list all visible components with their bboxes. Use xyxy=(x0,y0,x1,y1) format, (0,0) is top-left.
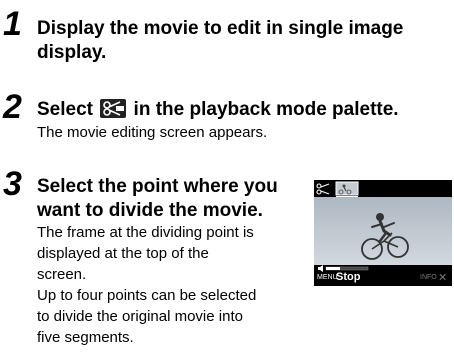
step-1-title: Display the movie to edit in single imag… xyxy=(37,17,452,65)
stop-label: Stop xyxy=(336,271,361,283)
step-1-number: 1 xyxy=(3,5,22,43)
step-1-title-line-1: Display the movie to edit in single imag… xyxy=(37,18,404,39)
step-3-number: 3 xyxy=(3,165,22,203)
cross-icon: ✕ xyxy=(438,272,448,284)
step-3-body-line-6: five segments. xyxy=(37,329,134,346)
movie-frame-photo xyxy=(314,197,452,265)
speaker-icon xyxy=(318,265,323,272)
info-label: INFO xyxy=(420,274,437,281)
step-3-body-line-4: Up to four points can be selected xyxy=(37,287,257,304)
step-3-title-line-2: want to divide the movie. xyxy=(37,200,263,221)
step-3-body-line-1: The frame at the dividing point is xyxy=(37,224,254,241)
step-2-title-before: Select xyxy=(37,99,93,120)
screen-top-bar xyxy=(314,180,452,197)
step-2-title: Select in the playback mode palette. xyxy=(37,98,399,122)
step-3-title: Select the point where you want to divid… xyxy=(37,175,312,223)
frame-thumbnail-selected xyxy=(335,181,359,196)
step-1-title-line-2: display. xyxy=(37,42,107,63)
camera-screen: MENU Stop INFO ✕ xyxy=(314,180,452,286)
step-3-body-line-3: screen. xyxy=(37,266,87,283)
step-3-body-line-2: displayed at the top of the xyxy=(37,245,209,262)
step-3-body-line-5: to divide the original movie into xyxy=(37,308,243,325)
step-3-body: The frame at the dividing point is displ… xyxy=(37,222,312,348)
volume-level xyxy=(326,267,340,270)
screen-bottom-bar: MENU Stop INFO ✕ xyxy=(314,265,452,286)
menu-label: MENU xyxy=(317,274,338,281)
movie-edit-icon xyxy=(100,99,127,118)
step-2-title-after: in the playback mode palette. xyxy=(133,99,399,120)
step-3-title-line-1: Select the point where you xyxy=(37,176,278,197)
step-2-body: The movie editing screen appears. xyxy=(37,124,268,141)
step-2-number: 2 xyxy=(3,88,22,126)
